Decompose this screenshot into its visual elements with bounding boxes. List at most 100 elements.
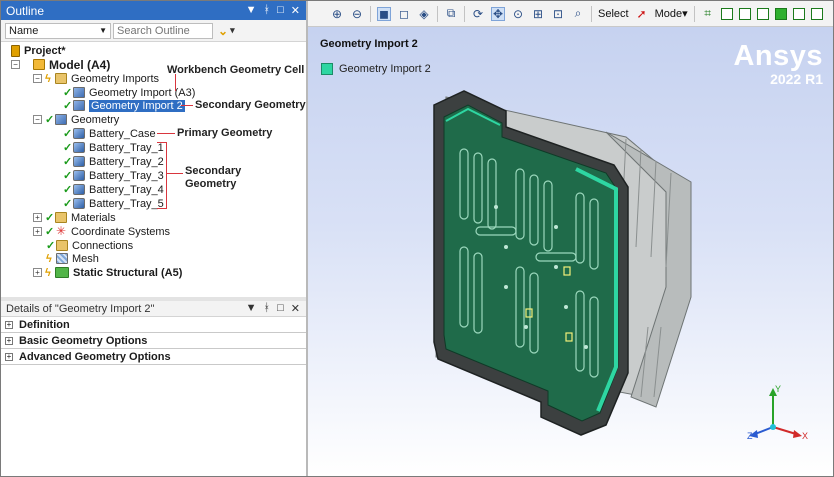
solid-body-icon: [73, 184, 85, 195]
annotation-line: [157, 133, 175, 134]
explode-view-icon[interactable]: ⧉: [444, 6, 458, 21]
collapse-icon[interactable]: −: [33, 74, 42, 83]
tree-node-battery-tray-3[interactable]: ✓ Battery_Tray_3: [63, 169, 164, 183]
box-zoom-icon[interactable]: ⊞: [531, 7, 545, 21]
zoom-icon[interactable]: ⊙: [511, 7, 525, 21]
name-filter-select[interactable]: Name ▼: [5, 22, 111, 39]
static-structural-icon: [55, 267, 69, 278]
search-outline-input[interactable]: [113, 22, 213, 39]
geometry-import-icon: [73, 87, 85, 98]
expand-icon[interactable]: +: [33, 227, 42, 236]
check-icon: ✓: [63, 142, 73, 154]
annotation-line: [181, 105, 193, 106]
expand-icon[interactable]: +: [33, 213, 42, 222]
maximize-icon[interactable]: □: [277, 4, 284, 17]
toolbar-separator: [693, 5, 695, 22]
tree-node-battery-tray-5[interactable]: ✓ Battery_Tray_5: [63, 197, 164, 211]
annotation-secondary-group-line2: Geometry: [185, 178, 237, 190]
tree-node-mesh[interactable]: ϟ Mesh: [46, 252, 99, 265]
select-cursor-icon[interactable]: ➚: [635, 7, 649, 21]
tree-node-battery-case[interactable]: ✓ Battery_Case: [63, 127, 156, 141]
tree-node-project[interactable]: Project*: [11, 44, 66, 57]
select-node-icon[interactable]: [792, 7, 805, 20]
wireframe-view-icon[interactable]: ◻: [397, 7, 411, 21]
graphics-toolbar: ⊕ ⊖ ◼ ◻ ◈ ⧉ ⟳ ✥ ⊙ ⊞ ⊡ ⌕ Select ➚ Mode▾ ⌗: [308, 1, 833, 27]
battery-pack-model[interactable]: [416, 77, 706, 457]
zoom-out-icon[interactable]: ⊖: [350, 7, 364, 21]
annotation-primary-geometry: Primary Geometry: [177, 127, 273, 139]
rotate-icon[interactable]: ⟳: [471, 7, 485, 21]
select-body-icon[interactable]: [756, 7, 769, 20]
annotation-line: [167, 173, 183, 174]
legend-swatch: [321, 63, 333, 75]
tree-node-model[interactable]: − Model (A4): [11, 58, 110, 72]
axis-triad: [749, 388, 802, 438]
tree-node-battery-tray-2[interactable]: ✓ Battery_Tray_2: [63, 155, 164, 169]
pin-icon[interactable]: ᚼ: [264, 4, 271, 17]
details-window-controls: ▼ ᚼ □ ✕: [246, 302, 306, 315]
pan-icon[interactable]: ✥: [491, 6, 505, 21]
graphics-viewport[interactable]: Geometry Import 2 Geometry Import 2 Ansy…: [308, 27, 833, 476]
check-icon: ✓: [63, 87, 73, 99]
details-section-definition[interactable]: + Definition: [1, 317, 306, 333]
coordinate-systems-icon: ✳: [55, 224, 67, 238]
magnifier-icon[interactable]: ⌕: [571, 6, 585, 21]
pin-icon[interactable]: ᚼ: [264, 302, 271, 315]
tree-node-battery-tray-1[interactable]: ✓ Battery_Tray_1: [63, 141, 164, 155]
details-section-advanced-geometry-options[interactable]: + Advanced Geometry Options: [1, 349, 306, 365]
outline-window-controls: ▼ ᚼ □ ✕: [246, 4, 306, 17]
select-edge-icon[interactable]: [720, 7, 733, 20]
tree-node-connections[interactable]: ✓ Connections: [46, 239, 133, 253]
details-titlebar: Details of "Geometry Import 2" ▼ ᚼ □ ✕: [1, 301, 306, 317]
tree-node-battery-tray-4[interactable]: ✓ Battery_Tray_4: [63, 183, 164, 197]
expand-chevron-icon[interactable]: ⌄: [218, 24, 228, 38]
dropdown-arrow-icon[interactable]: ▼: [246, 4, 257, 17]
details-section-basic-geometry-options[interactable]: + Basic Geometry Options: [1, 333, 306, 349]
dropdown-small-icon[interactable]: ▾: [230, 25, 235, 36]
check-icon: ✓: [63, 128, 73, 140]
x-axis-label: X: [802, 431, 809, 441]
select-vertex-icon[interactable]: ⌗: [701, 6, 715, 21]
select-element-icon[interactable]: [810, 7, 823, 20]
outline-titlebar: Outline ▼ ᚼ □ ✕: [1, 1, 306, 20]
dropdown-arrow-icon[interactable]: ▼: [246, 302, 257, 315]
maximize-icon[interactable]: □: [277, 302, 284, 315]
expand-icon[interactable]: +: [5, 336, 13, 345]
lightning-status-icon: ϟ: [46, 252, 52, 265]
triad-origin: [770, 424, 776, 430]
tree-node-geometry[interactable]: − ✓ Geometry: [33, 113, 119, 126]
tree-node-coordinate-systems[interactable]: + ✓ ✳ Coordinate Systems: [33, 225, 170, 238]
mode-dropdown[interactable]: Mode▾: [655, 7, 688, 20]
tree-label: Battery_Case: [89, 127, 156, 140]
expand-icon[interactable]: +: [5, 352, 13, 361]
brand-name: Ansys: [733, 40, 823, 72]
collapse-icon[interactable]: −: [33, 115, 42, 124]
display-style-icon[interactable]: ◈: [417, 7, 431, 21]
collapse-icon[interactable]: −: [11, 60, 20, 69]
check-icon: ✓: [63, 184, 73, 196]
zoom-to-fit-icon[interactable]: ⊡: [551, 7, 565, 21]
annotation-line: [175, 90, 176, 91]
tree-node-materials[interactable]: + ✓ Materials: [33, 211, 116, 224]
solid-body-icon: [73, 170, 85, 181]
expand-icon[interactable]: +: [33, 268, 42, 277]
tree-node-geometry-imports[interactable]: − ϟ Geometry Imports: [33, 72, 159, 85]
select-label: Select: [598, 7, 629, 20]
outline-toolbar: Name ▼ ⌄ ▾: [1, 20, 306, 42]
select-body-active-icon[interactable]: [774, 7, 787, 20]
tree-node-geometry-import-2[interactable]: ✓ Geometry Import 2: [63, 99, 185, 112]
tree-node-static-structural[interactable]: + ϟ Static Structural (A5): [33, 266, 182, 279]
tree-label: Geometry Imports: [71, 72, 160, 85]
zoom-in-icon[interactable]: ⊕: [330, 7, 344, 21]
x-axis-arrow: [793, 430, 802, 438]
select-face-icon[interactable]: [738, 7, 751, 20]
close-icon[interactable]: ✕: [291, 302, 300, 315]
lightning-status-icon: ϟ: [45, 72, 51, 85]
tree-label: Battery_Tray_2: [89, 155, 164, 168]
solid-body-icon: [73, 198, 85, 209]
toolbar-separator: [437, 5, 438, 22]
expand-icon[interactable]: +: [5, 320, 13, 329]
shaded-view-icon[interactable]: ◼: [377, 6, 391, 21]
close-icon[interactable]: ✕: [291, 4, 300, 17]
ansys-logo: Ansys 2022 R1: [733, 41, 823, 87]
